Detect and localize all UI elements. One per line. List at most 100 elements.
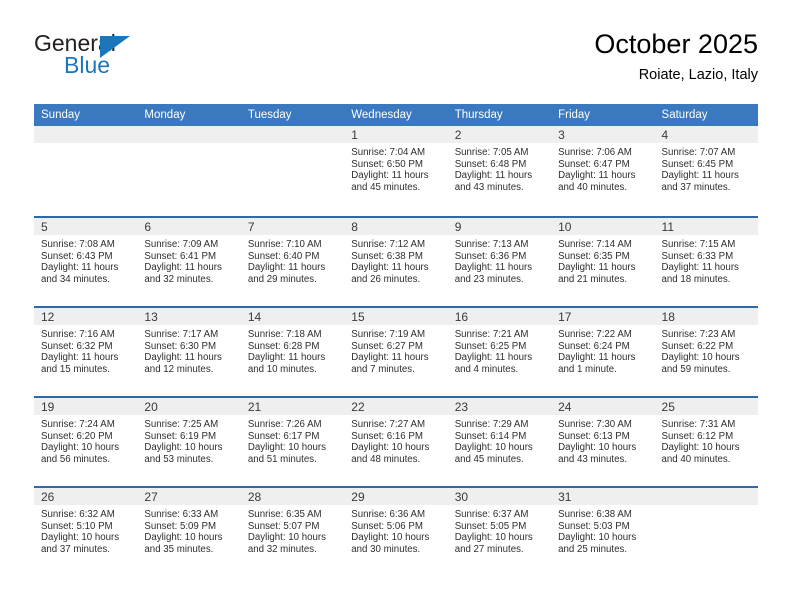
calendar-cell[interactable]: 20 Sunrise: 7:25 AM Sunset: 6:19 PM Dayl… (137, 396, 241, 486)
day-cell: 23 Sunrise: 7:29 AM Sunset: 6:14 PM Dayl… (447, 396, 552, 486)
calendar-cell[interactable] (654, 486, 758, 576)
day-details: Sunrise: 7:26 AM Sunset: 6:17 PM Dayligh… (241, 415, 344, 465)
day-cell: 20 Sunrise: 7:25 AM Sunset: 6:19 PM Dayl… (137, 396, 241, 486)
daylight-text-line1: Daylight: 10 hours (558, 442, 637, 454)
calendar-cell[interactable]: 26 Sunrise: 6:32 AM Sunset: 5:10 PM Dayl… (34, 486, 138, 576)
day-number: 2 (447, 126, 552, 143)
calendar-cell[interactable]: 9 Sunrise: 7:13 AM Sunset: 6:36 PM Dayli… (447, 216, 552, 306)
day-number: 16 (447, 308, 552, 325)
sunrise-text: Sunrise: 7:18 AM (247, 329, 322, 340)
calendar-cell[interactable]: 30 Sunrise: 6:37 AM Sunset: 5:05 PM Dayl… (447, 486, 552, 576)
weekday-header-monday: Monday (137, 104, 241, 126)
daylight-text-line2: and 26 minutes. (351, 273, 421, 285)
calendar-week-row: 19 Sunrise: 7:24 AM Sunset: 6:20 PM Dayl… (34, 396, 758, 486)
logo-text-blue: Blue (64, 52, 111, 78)
calendar-cell[interactable]: 13 Sunrise: 7:17 AM Sunset: 6:30 PM Dayl… (137, 306, 241, 396)
day-cell: 16 Sunrise: 7:21 AM Sunset: 6:25 PM Dayl… (447, 306, 552, 396)
calendar-cell[interactable]: 10 Sunrise: 7:14 AM Sunset: 6:35 PM Dayl… (551, 216, 655, 306)
sunset-text: Sunset: 6:40 PM (247, 250, 320, 262)
day-details: Sunrise: 7:22 AM Sunset: 6:24 PM Dayligh… (551, 325, 654, 375)
sunset-text: Sunset: 6:24 PM (558, 340, 630, 352)
daylight-text-line2: and 12 minutes. (144, 363, 214, 375)
day-cell: 5 Sunrise: 7:08 AM Sunset: 6:43 PM Dayli… (34, 216, 138, 306)
calendar-cell[interactable]: 12 Sunrise: 7:16 AM Sunset: 6:32 PM Dayl… (34, 306, 138, 396)
day-number: 23 (447, 398, 552, 415)
day-number: 7 (240, 218, 345, 235)
sunrise-text: Sunrise: 7:31 AM (661, 419, 736, 430)
calendar-cell[interactable]: 3 Sunrise: 7:06 AM Sunset: 6:47 PM Dayli… (551, 126, 655, 216)
day-number: 10 (551, 218, 655, 235)
weekday-header-wednesday: Wednesday (344, 104, 448, 126)
calendar-cell[interactable] (240, 126, 345, 216)
day-number: 24 (551, 398, 655, 415)
day-number (654, 488, 758, 505)
sunrise-text: Sunrise: 7:06 AM (558, 147, 632, 158)
calendar-cell[interactable]: 27 Sunrise: 6:33 AM Sunset: 5:09 PM Dayl… (137, 486, 241, 576)
sunrise-text: Sunrise: 7:17 AM (144, 329, 219, 340)
calendar-cell[interactable]: 8 Sunrise: 7:12 AM Sunset: 6:38 PM Dayli… (344, 216, 448, 306)
day-cell: 19 Sunrise: 7:24 AM Sunset: 6:20 PM Dayl… (34, 396, 138, 486)
sunrise-text: Sunrise: 6:32 AM (41, 509, 115, 520)
calendar-cell[interactable]: 7 Sunrise: 7:10 AM Sunset: 6:40 PM Dayli… (240, 216, 345, 306)
calendar-cell[interactable]: 21 Sunrise: 7:26 AM Sunset: 6:17 PM Dayl… (240, 396, 345, 486)
sunrise-text: Sunrise: 7:13 AM (454, 239, 529, 250)
calendar-cell[interactable]: 15 Sunrise: 7:19 AM Sunset: 6:27 PM Dayl… (344, 306, 448, 396)
calendar-cell[interactable]: 1 Sunrise: 7:04 AM Sunset: 6:50 PM Dayli… (344, 126, 448, 216)
calendar-cell[interactable]: 14 Sunrise: 7:18 AM Sunset: 6:28 PM Dayl… (240, 306, 345, 396)
calendar-cell[interactable]: 28 Sunrise: 6:35 AM Sunset: 5:07 PM Dayl… (240, 486, 345, 576)
calendar-cell[interactable]: 5 Sunrise: 7:08 AM Sunset: 6:43 PM Dayli… (34, 216, 138, 306)
sunset-text: Sunset: 5:10 PM (41, 520, 113, 532)
calendar-cell[interactable] (137, 126, 241, 216)
calendar-cell[interactable] (34, 126, 138, 216)
daylight-text-line1: Daylight: 11 hours (351, 352, 429, 364)
calendar-cell[interactable]: 2 Sunrise: 7:05 AM Sunset: 6:48 PM Dayli… (447, 126, 552, 216)
day-cell: 26 Sunrise: 6:32 AM Sunset: 5:10 PM Dayl… (34, 486, 138, 576)
day-details: Sunrise: 7:12 AM Sunset: 6:38 PM Dayligh… (344, 235, 447, 285)
day-number: 28 (240, 488, 345, 505)
day-cell: 7 Sunrise: 7:10 AM Sunset: 6:40 PM Dayli… (240, 216, 345, 306)
day-details: Sunrise: 7:05 AM Sunset: 6:48 PM Dayligh… (448, 143, 551, 193)
calendar-week-row: 5 Sunrise: 7:08 AM Sunset: 6:43 PM Dayli… (34, 216, 758, 306)
calendar-cell[interactable]: 18 Sunrise: 7:23 AM Sunset: 6:22 PM Dayl… (654, 306, 758, 396)
sunset-text: Sunset: 5:06 PM (351, 520, 423, 532)
daylight-text-line1: Daylight: 11 hours (454, 262, 533, 274)
day-cell: 29 Sunrise: 6:36 AM Sunset: 5:06 PM Dayl… (344, 486, 448, 576)
weekday-header-row: Sunday Monday Tuesday Wednesday Thursday… (34, 104, 758, 126)
general-blue-logo: General Blue (34, 30, 214, 86)
sunset-text: Sunset: 5:03 PM (558, 520, 630, 532)
sunset-text: Sunset: 6:22 PM (661, 340, 734, 352)
day-details: Sunrise: 7:27 AM Sunset: 6:16 PM Dayligh… (344, 415, 447, 465)
day-cell: 21 Sunrise: 7:26 AM Sunset: 6:17 PM Dayl… (240, 396, 345, 486)
sunrise-text: Sunrise: 7:25 AM (144, 419, 219, 430)
daylight-text-line1: Daylight: 11 hours (351, 262, 429, 274)
day-details: Sunrise: 7:15 AM Sunset: 6:33 PM Dayligh… (655, 235, 758, 285)
calendar-cell[interactable]: 22 Sunrise: 7:27 AM Sunset: 6:16 PM Dayl… (344, 396, 448, 486)
weekday-header-thursday: Thursday (447, 104, 552, 126)
calendar-cell[interactable]: 23 Sunrise: 7:29 AM Sunset: 6:14 PM Dayl… (447, 396, 552, 486)
calendar-cell[interactable]: 31 Sunrise: 6:38 AM Sunset: 5:03 PM Dayl… (551, 486, 655, 576)
daylight-text-line2: and 40 minutes. (661, 453, 731, 465)
day-cell (654, 486, 758, 576)
day-details: Sunrise: 7:09 AM Sunset: 6:41 PM Dayligh… (137, 235, 240, 285)
sunrise-text: Sunrise: 7:08 AM (41, 239, 115, 250)
calendar-cell[interactable]: 19 Sunrise: 7:24 AM Sunset: 6:20 PM Dayl… (34, 396, 138, 486)
day-details: Sunrise: 7:04 AM Sunset: 6:50 PM Dayligh… (344, 143, 447, 193)
daylight-text-line1: Daylight: 10 hours (454, 532, 533, 544)
daylight-text-line1: Daylight: 11 hours (661, 262, 739, 274)
calendar-cell[interactable]: 16 Sunrise: 7:21 AM Sunset: 6:25 PM Dayl… (447, 306, 552, 396)
sunrise-text: Sunrise: 7:16 AM (41, 329, 115, 340)
calendar-cell[interactable]: 4 Sunrise: 7:07 AM Sunset: 6:45 PM Dayli… (654, 126, 758, 216)
calendar-cell[interactable]: 25 Sunrise: 7:31 AM Sunset: 6:12 PM Dayl… (654, 396, 758, 486)
sunset-text: Sunset: 6:28 PM (247, 340, 320, 352)
sunrise-text: Sunrise: 7:14 AM (558, 239, 632, 250)
sunrise-text: Sunrise: 7:27 AM (351, 419, 426, 430)
weekday-header-friday: Friday (551, 104, 655, 126)
day-cell: 13 Sunrise: 7:17 AM Sunset: 6:30 PM Dayl… (137, 306, 241, 396)
calendar-cell[interactable]: 17 Sunrise: 7:22 AM Sunset: 6:24 PM Dayl… (551, 306, 655, 396)
calendar-cell[interactable]: 11 Sunrise: 7:15 AM Sunset: 6:33 PM Dayl… (654, 216, 758, 306)
day-cell (137, 126, 241, 216)
calendar-cell[interactable]: 29 Sunrise: 6:36 AM Sunset: 5:06 PM Dayl… (344, 486, 448, 576)
calendar-cell[interactable]: 6 Sunrise: 7:09 AM Sunset: 6:41 PM Dayli… (137, 216, 241, 306)
sunrise-text: Sunrise: 7:09 AM (144, 239, 219, 250)
calendar-cell[interactable]: 24 Sunrise: 7:30 AM Sunset: 6:13 PM Dayl… (551, 396, 655, 486)
